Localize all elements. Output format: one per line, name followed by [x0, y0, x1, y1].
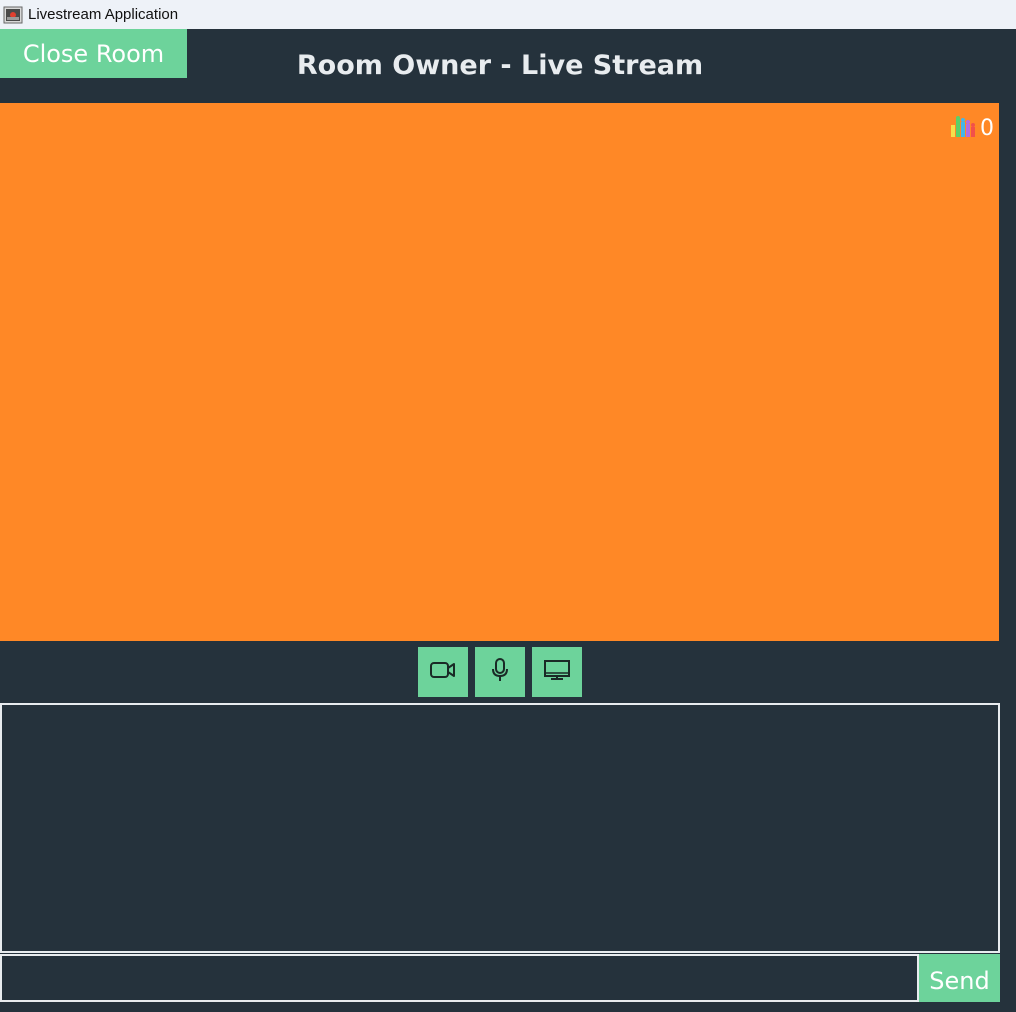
bar-chart-icon [950, 115, 976, 141]
page-title: Room Owner - Live Stream [296, 50, 704, 81]
window-titlebar: Livestream Application [0, 0, 1016, 29]
chat-log[interactable] [0, 703, 1000, 953]
microphone-icon [490, 657, 510, 687]
monitor-icon [543, 659, 571, 685]
screen-share-button[interactable] [532, 647, 582, 697]
microphone-button[interactable] [475, 647, 525, 697]
video-camera-icon [429, 660, 457, 684]
send-button[interactable]: Send [919, 954, 1000, 1002]
media-controls [418, 647, 582, 697]
chat-message-input[interactable] [0, 954, 919, 1002]
window-title: Livestream Application [28, 6, 179, 23]
camera-button[interactable] [418, 647, 468, 697]
app-icon [3, 5, 23, 25]
viewer-count-value: 0 [980, 116, 994, 141]
viewer-count: 0 [950, 115, 994, 141]
video-stream-area: 0 [0, 103, 999, 641]
